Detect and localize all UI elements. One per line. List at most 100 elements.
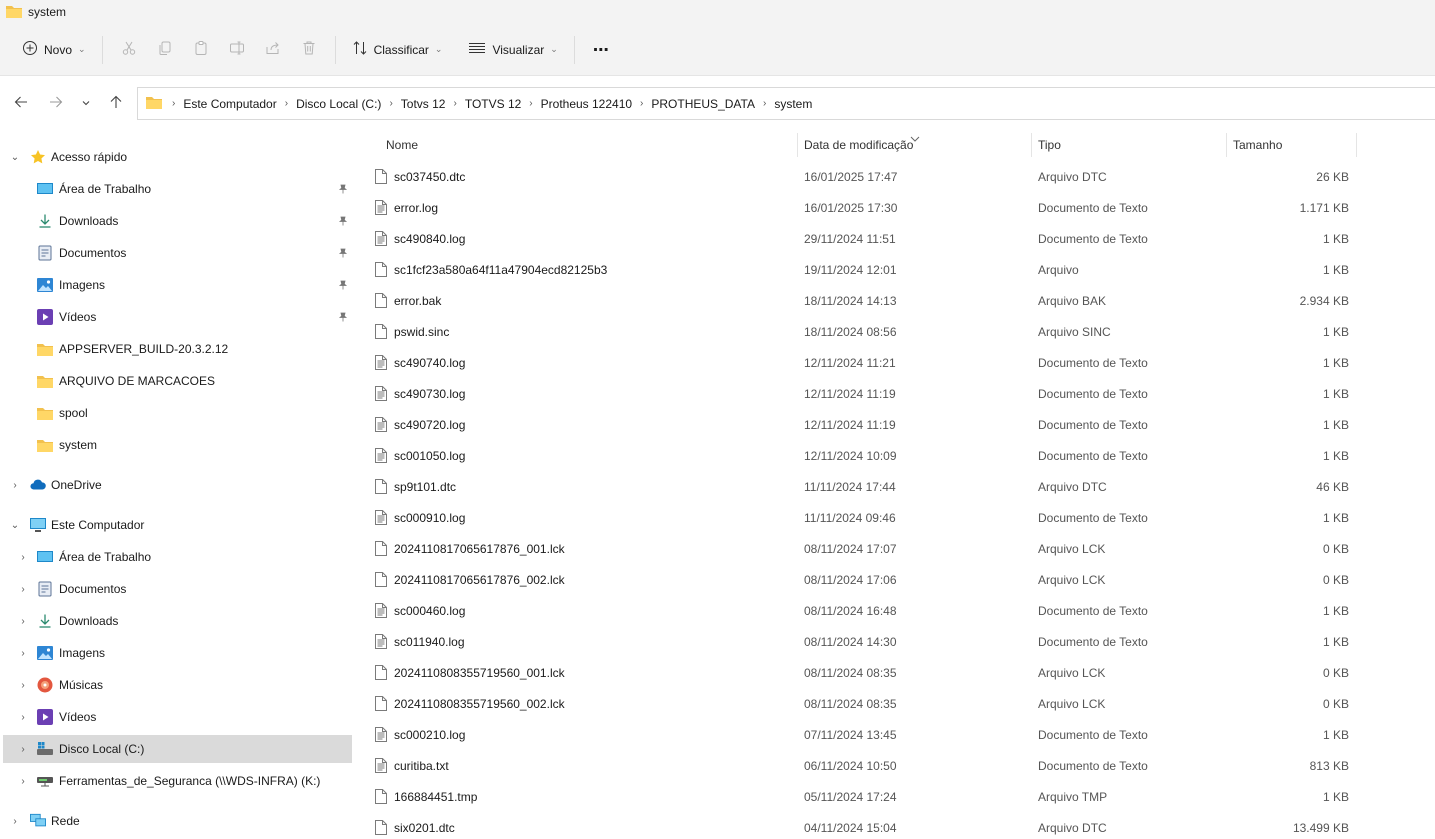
table-row[interactable]: error.bak 18/11/2024 14:13 Arquivo BAK 2.93… xyxy=(370,285,1435,316)
breadcrumb-system[interactable]: system xyxy=(770,97,816,111)
clipboard-icon xyxy=(193,40,209,59)
file-name: sc000460.log xyxy=(394,603,466,618)
table-row[interactable]: sc000460.log 08/11/2024 16:48 Documento de… xyxy=(370,595,1435,626)
copy-button[interactable] xyxy=(147,33,183,67)
pin-icon[interactable] xyxy=(337,247,349,259)
file-name: sc001050.log xyxy=(394,448,466,463)
rename-button[interactable] xyxy=(219,33,255,67)
pin-icon[interactable] xyxy=(337,311,349,323)
table-row[interactable]: sc490720.log 12/11/2024 11:19 Documento de… xyxy=(370,409,1435,440)
sidebar-item-pc-downloads[interactable]: › Downloads xyxy=(0,607,352,635)
chevron-right-icon[interactable]: › xyxy=(17,648,29,659)
breadcrumb-este-computador[interactable]: Este Computador xyxy=(179,97,280,111)
sidebar-item-local-disk[interactable]: › Disco Local (C:) xyxy=(3,735,352,763)
chevron-right-icon[interactable]: › xyxy=(17,712,29,723)
breadcrumb-totvs12[interactable]: Totvs 12 xyxy=(397,97,450,111)
sidebar-item-downloads[interactable]: Downloads xyxy=(0,207,352,235)
sidebar-item-pc-pictures[interactable]: › Imagens xyxy=(0,639,352,667)
file-size: 1 KB xyxy=(1322,324,1349,339)
breadcrumb-protheus-data[interactable]: PROTHEUS_DATA xyxy=(647,97,759,111)
chevron-right-icon[interactable]: › xyxy=(9,480,21,491)
more-options-button[interactable]: ⋯ xyxy=(583,33,619,67)
table-row[interactable]: sc000910.log 11/11/2024 09:46 Documento de… xyxy=(370,502,1435,533)
paste-button[interactable] xyxy=(183,33,219,67)
table-row[interactable]: sc490730.log 12/11/2024 11:19 Documento de… xyxy=(370,378,1435,409)
folder-icon xyxy=(6,4,22,21)
table-row[interactable]: 166884451.tmp 05/11/2024 17:24 Arquivo TMP… xyxy=(370,781,1435,812)
sidebar-item-this-pc[interactable]: ⌄ Este Computador xyxy=(0,511,352,539)
table-row[interactable]: sc1fcf23a580a64f11a47904ecd82125b3 19/11/… xyxy=(370,254,1435,285)
column-divider[interactable] xyxy=(797,133,798,157)
table-row[interactable]: curitiba.txt 06/11/2024 10:50 Documento de… xyxy=(370,750,1435,781)
chevron-down-icon[interactable]: ⌄ xyxy=(9,152,21,163)
arrow-up-icon xyxy=(109,95,123,112)
file-date: 18/11/2024 08:56 xyxy=(804,324,897,339)
sidebar-item-pc-documents[interactable]: › Documentos xyxy=(0,575,352,603)
chevron-right-icon[interactable]: › xyxy=(17,744,29,755)
breadcrumb-totvs-12[interactable]: TOTVS 12 xyxy=(461,97,525,111)
table-row[interactable]: sc490740.log 12/11/2024 11:21 Documento de… xyxy=(370,347,1435,378)
sidebar-item-videos[interactable]: Vídeos xyxy=(0,303,352,331)
sidebar-item-pc-desktop[interactable]: › Área de Trabalho xyxy=(0,543,352,571)
table-row[interactable]: sc037450.dtc 16/01/2025 17:47 Arquivo DTC 2… xyxy=(370,161,1435,192)
column-header-name[interactable]: Nome xyxy=(386,129,796,161)
breadcrumb-disco-local[interactable]: Disco Local (C:) xyxy=(292,97,385,111)
up-button[interactable] xyxy=(100,87,132,119)
cut-button[interactable] xyxy=(111,33,147,67)
sidebar-item-network-drive[interactable]: › Ferramentas_de_Seguranca (\\WDS-INFRA)… xyxy=(0,767,352,795)
table-row[interactable]: 2024110817065617876_002.lck 08/11/2024 17… xyxy=(370,564,1435,595)
chevron-right-icon: › xyxy=(453,98,457,109)
table-row[interactable]: sc011940.log 08/11/2024 14:30 Documento de… xyxy=(370,626,1435,657)
recent-locations-button[interactable] xyxy=(70,87,102,119)
sidebar-item-system[interactable]: system xyxy=(0,431,352,459)
new-button[interactable]: Novo ⌄ xyxy=(14,33,94,67)
file-size: 0 KB xyxy=(1322,572,1349,587)
sidebar-item-pc-videos[interactable]: › Vídeos xyxy=(0,703,352,731)
back-button[interactable] xyxy=(5,87,37,119)
column-header-size[interactable]: Tamanho xyxy=(1233,129,1355,161)
table-row[interactable]: sc001050.log 12/11/2024 10:09 Documento de… xyxy=(370,440,1435,471)
table-row[interactable]: error.log 16/01/2025 17:30 Documento de Te… xyxy=(370,192,1435,223)
column-header-type[interactable]: Tipo xyxy=(1038,129,1226,161)
table-row[interactable]: pswid.sinc 18/11/2024 08:56 Arquivo SINC 1 … xyxy=(370,316,1435,347)
sidebar-item-documents[interactable]: Documentos xyxy=(0,239,352,267)
chevron-right-icon[interactable]: › xyxy=(17,680,29,691)
table-row[interactable]: 2024110808355719560_001.lck 08/11/2024 08… xyxy=(370,657,1435,688)
column-divider[interactable] xyxy=(1226,133,1227,157)
sort-button[interactable]: Classificar ⌄ xyxy=(344,33,451,67)
table-row[interactable]: sc490840.log 29/11/2024 11:51 Documento de… xyxy=(370,223,1435,254)
sidebar-item-spool[interactable]: spool xyxy=(0,399,352,427)
table-row[interactable]: sc000210.log 07/11/2024 13:45 Documento de… xyxy=(370,719,1435,750)
chevron-down-icon[interactable]: ⌄ xyxy=(9,520,21,531)
address-bar[interactable]: › Este Computador › Disco Local (C:) › T… xyxy=(137,87,1435,120)
view-button[interactable]: Visualizar ⌄ xyxy=(460,33,565,67)
chevron-right-icon[interactable]: › xyxy=(17,776,29,787)
file-type: Documento de Texto xyxy=(1038,634,1148,649)
sidebar-item-arquivo-marcacoes[interactable]: ARQUIVO DE MARCACOES xyxy=(0,367,352,395)
table-row[interactable]: six0201.dtc 04/11/2024 15:04 Arquivo DTC 13… xyxy=(370,812,1435,839)
chevron-right-icon[interactable]: › xyxy=(9,816,21,827)
forward-button[interactable] xyxy=(40,87,72,119)
sidebar-item-onedrive[interactable]: › OneDrive xyxy=(0,471,352,499)
sidebar-item-appserver-build[interactable]: APPSERVER_BUILD-20.3.2.12 xyxy=(0,335,352,363)
chevron-right-icon[interactable]: › xyxy=(17,584,29,595)
sidebar-item-pictures[interactable]: Imagens xyxy=(0,271,352,299)
breadcrumb-protheus[interactable]: Protheus 122410 xyxy=(537,97,636,111)
sidebar-item-pc-music[interactable]: › Músicas xyxy=(0,671,352,699)
chevron-right-icon[interactable]: › xyxy=(17,552,29,563)
share-button[interactable] xyxy=(255,33,291,67)
pin-icon[interactable] xyxy=(337,279,349,291)
sidebar-item-desktop[interactable]: Área de Trabalho xyxy=(0,175,352,203)
column-divider[interactable] xyxy=(1031,133,1032,157)
column-divider[interactable] xyxy=(1356,133,1357,157)
sidebar-item-quick-access[interactable]: ⌄ Acesso rápido xyxy=(0,143,352,171)
table-row[interactable]: 2024110808355719560_002.lck 08/11/2024 08… xyxy=(370,688,1435,719)
delete-button[interactable] xyxy=(291,33,327,67)
table-row[interactable]: sp9t101.dtc 11/11/2024 17:44 Arquivo DTC 46… xyxy=(370,471,1435,502)
table-row[interactable]: 2024110817065617876_001.lck 08/11/2024 17… xyxy=(370,533,1435,564)
pin-icon[interactable] xyxy=(337,183,349,195)
chevron-right-icon[interactable]: › xyxy=(17,616,29,627)
sidebar-item-network[interactable]: › Rede xyxy=(0,807,352,835)
sidebar-item-label: OneDrive xyxy=(51,478,102,492)
pin-icon[interactable] xyxy=(337,215,349,227)
